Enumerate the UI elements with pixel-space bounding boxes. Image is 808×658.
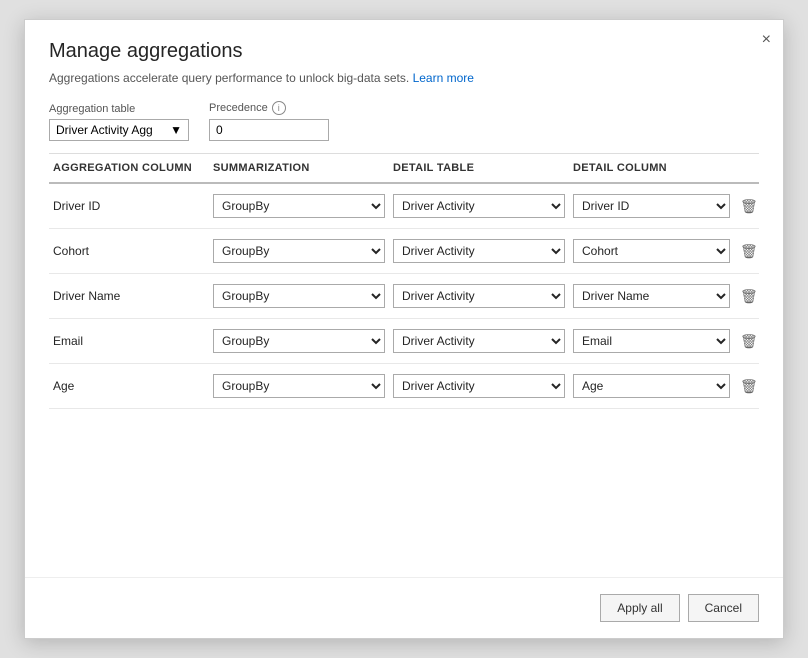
detail-column-select[interactable]: Driver IDCohortDriver NameEmailAge [573,194,730,218]
agg-table-select[interactable]: Driver Activity Agg ▼ [49,119,189,141]
detail-table-select[interactable]: Driver Activity [393,239,565,263]
dialog-header: Manage aggregations Aggregations acceler… [25,20,783,101]
row-action-cell: 🗑 [734,376,759,397]
detail-table-select[interactable]: Driver Activity [393,374,565,398]
agg-column-cell: Email [49,334,209,348]
summarization-cell: GroupBySumCountMinMaxAverage [209,329,389,353]
detail-column-cell: Driver IDCohortDriver NameEmailAge [569,284,734,308]
header-agg-column: AGGREGATION COLUMN [49,162,209,174]
summarization-select[interactable]: GroupBySumCountMinMaxAverage [213,329,385,353]
agg-column-cell: Driver ID [49,199,209,213]
aggregations-table: AGGREGATION COLUMN SUMMARIZATION DETAIL … [49,153,759,577]
detail-table-cell: Driver Activity [389,194,569,218]
table-row: Driver ID GroupBySumCountMinMaxAverage Dri… [49,184,759,229]
row-action-cell: 🗑 [734,331,759,352]
detail-table-select[interactable]: Driver Activity [393,329,565,353]
agg-table-label: Aggregation table [49,103,189,115]
dialog-subtitle: Aggregations accelerate query performanc… [49,71,759,85]
header-detail-column: DETAIL COLUMN [569,162,734,174]
detail-column-select[interactable]: Driver IDCohortDriver NameEmailAge [573,239,730,263]
delete-row-button[interactable]: 🗑 [738,331,759,352]
apply-all-button[interactable]: Apply all [600,594,679,622]
close-button[interactable]: × [762,32,771,48]
precedence-control: Precedence i [209,101,329,141]
detail-column-cell: Driver IDCohortDriver NameEmailAge [569,329,734,353]
precedence-label: Precedence i [209,101,329,115]
agg-table-value: Driver Activity Agg [56,123,153,137]
delete-row-button[interactable]: 🗑 [738,196,759,217]
agg-table-chevron-icon: ▼ [170,123,182,137]
table-row: Cohort GroupBySumCountMinMaxAverage Driver… [49,229,759,274]
manage-aggregations-dialog: × Manage aggregations Aggregations accel… [24,19,784,639]
summarization-cell: GroupBySumCountMinMaxAverage [209,194,389,218]
summarization-cell: GroupBySumCountMinMaxAverage [209,284,389,308]
agg-table-control: Aggregation table Driver Activity Agg ▼ [49,103,189,141]
agg-column-cell: Cohort [49,244,209,258]
delete-row-button[interactable]: 🗑 [738,241,759,262]
precedence-input[interactable] [209,119,329,141]
header-detail-table: DETAIL TABLE [389,162,569,174]
table-body: Driver IDGroupBySumCountMinMaxAverageDri… [49,184,759,409]
summarization-cell: GroupBySumCountMinMaxAverage [209,239,389,263]
row-action-cell: 🗑 [734,241,759,262]
summarization-select[interactable]: GroupBySumCountMinMaxAverage [213,374,385,398]
delete-row-button[interactable]: 🗑 [738,376,759,397]
detail-column-cell: Driver IDCohortDriver NameEmailAge [569,194,734,218]
detail-table-cell: Driver Activity [389,374,569,398]
detail-table-cell: Driver Activity [389,329,569,353]
summarization-select[interactable]: GroupBySumCountMinMaxAverage [213,284,385,308]
detail-column-cell: Driver IDCohortDriver NameEmailAge [569,374,734,398]
dialog-footer: Apply all Cancel [25,577,783,638]
detail-table-cell: Driver Activity [389,239,569,263]
subtitle-text: Aggregations accelerate query performanc… [49,71,409,85]
detail-table-select[interactable]: Driver Activity [393,194,565,218]
detail-column-cell: Driver IDCohortDriver NameEmailAge [569,239,734,263]
agg-column-cell: Driver Name [49,289,209,303]
header-summarization: SUMMARIZATION [209,162,389,174]
summarization-select[interactable]: GroupBySumCountMinMaxAverage [213,239,385,263]
header-actions [734,162,759,174]
detail-column-select[interactable]: Driver IDCohortDriver NameEmailAge [573,329,730,353]
agg-column-cell: Age [49,379,209,393]
summarization-cell: GroupBySumCountMinMaxAverage [209,374,389,398]
delete-row-button[interactable]: 🗑 [738,286,759,307]
dialog-title: Manage aggregations [49,40,759,63]
table-row: Driver Name GroupBySumCountMinMaxAverage D… [49,274,759,319]
row-action-cell: 🗑 [734,196,759,217]
table-header: AGGREGATION COLUMN SUMMARIZATION DETAIL … [49,154,759,184]
table-row: Email GroupBySumCountMinMaxAverage Driver … [49,319,759,364]
precedence-info-icon: i [272,101,286,115]
detail-column-select[interactable]: Driver IDCohortDriver NameEmailAge [573,284,730,308]
detail-table-select[interactable]: Driver Activity [393,284,565,308]
summarization-select[interactable]: GroupBySumCountMinMaxAverage [213,194,385,218]
table-row: Age GroupBySumCountMinMaxAverage Driver Ac… [49,364,759,409]
learn-more-link[interactable]: Learn more [413,71,474,85]
detail-table-cell: Driver Activity [389,284,569,308]
row-action-cell: 🗑 [734,286,759,307]
controls-row: Aggregation table Driver Activity Agg ▼ … [25,101,783,153]
detail-column-select[interactable]: Driver IDCohortDriver NameEmailAge [573,374,730,398]
cancel-button[interactable]: Cancel [688,594,759,622]
